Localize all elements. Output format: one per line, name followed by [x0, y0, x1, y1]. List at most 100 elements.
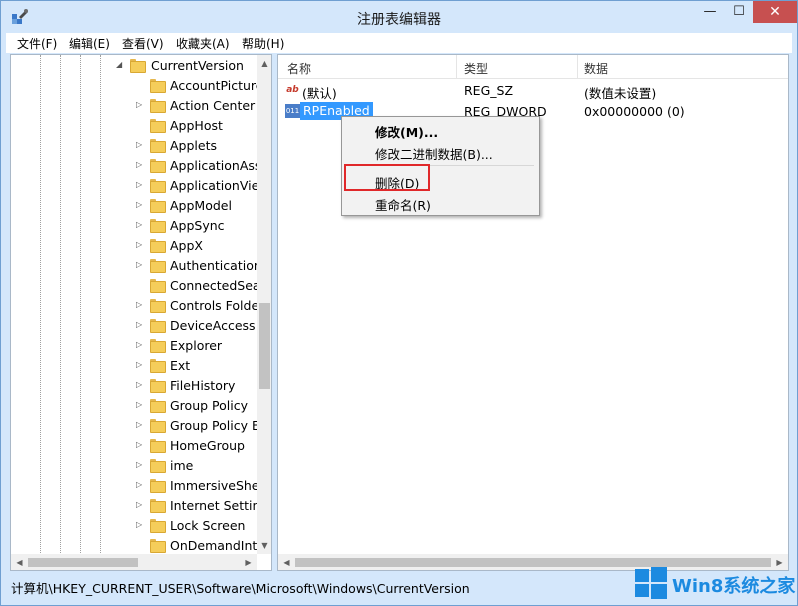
tree-item[interactable]: ▷ FileHistory	[11, 376, 256, 396]
column-type-header[interactable]: 类型	[464, 60, 488, 77]
expand-arrow-icon[interactable]: ▷	[136, 200, 144, 209]
tree-item[interactable]: ▷ AppModel	[11, 196, 256, 216]
context-modify[interactable]: 修改(M)...	[375, 122, 438, 141]
tree-horizontal-scrollbar[interactable]: ◀ ▶	[11, 554, 257, 570]
expand-arrow-icon[interactable]: ▷	[136, 180, 144, 189]
title-bar[interactable]: 注册表编辑器 — ☐ ✕	[1, 1, 797, 33]
tree-item[interactable]: ▷ Group Policy	[11, 396, 256, 416]
tree-item[interactable]: ▷ ApplicationView	[11, 176, 270, 196]
expand-arrow-icon[interactable]: ▷	[136, 500, 144, 509]
value-data: 0x00000000 (0)	[584, 104, 685, 119]
folder-icon	[150, 479, 166, 493]
value-data: (数值未设置)	[584, 86, 657, 101]
window-title: 注册表编辑器	[357, 12, 441, 28]
tree-item-label: Applets	[170, 138, 217, 153]
tree-vertical-scrollbar[interactable]: ▲ ▼	[257, 55, 271, 554]
tree-item-label: AppX	[170, 238, 203, 253]
tree-item[interactable]: ▷ Explorer	[11, 336, 256, 356]
tree-item[interactable]: ▷ Controls Folde	[11, 296, 259, 316]
tree-item-label: OnDemandInte	[170, 538, 265, 553]
tree-item[interactable]: ▷ Group Policy E	[11, 416, 260, 436]
expand-arrow-icon[interactable]: ▷	[136, 360, 144, 369]
tree-item[interactable]: ▷ AppSync	[11, 216, 256, 236]
value-type: REG_SZ	[464, 83, 514, 98]
expand-arrow-icon[interactable]: ▷	[136, 140, 144, 149]
list-header: 名称 类型 数据	[278, 55, 788, 79]
tree-item[interactable]: ▷ Ext	[11, 356, 256, 376]
scroll-right-arrow-icon[interactable]: ▶	[241, 555, 256, 570]
scroll-left-arrow-icon[interactable]: ◀	[12, 555, 27, 570]
folder-icon	[150, 159, 166, 173]
folder-icon	[150, 299, 166, 313]
minimize-button[interactable]: —	[695, 1, 725, 23]
tree-item[interactable]: ▷ Internet Setting	[11, 496, 268, 516]
close-button[interactable]: ✕	[753, 1, 797, 23]
scroll-up-arrow-icon[interactable]: ▲	[257, 56, 271, 71]
column-divider[interactable]	[456, 55, 457, 79]
context-rename[interactable]: 重命名(R)	[375, 195, 431, 214]
expand-arrow-icon[interactable]: ▷	[136, 520, 144, 529]
collapse-arrow-icon[interactable]: ◢	[116, 60, 124, 69]
tree-item[interactable]: ▷ ImmersiveShel	[11, 476, 263, 496]
folder-icon	[150, 399, 166, 413]
tree-item[interactable]: ▷ AppX	[11, 236, 256, 256]
tree-item[interactable]: ▷ HomeGroup	[11, 436, 256, 456]
column-divider[interactable]	[577, 55, 578, 79]
expand-arrow-icon[interactable]: ▷	[136, 440, 144, 449]
menu-favorites[interactable]: 收藏夹(A)	[176, 35, 230, 52]
scroll-left-arrow-icon[interactable]: ◀	[279, 555, 294, 570]
expand-arrow-icon[interactable]: ▷	[136, 420, 144, 429]
expand-arrow-icon[interactable]: ▷	[136, 240, 144, 249]
menu-file[interactable]: 文件(F)	[17, 35, 57, 52]
tree-item[interactable]: ▷ Applets	[11, 136, 256, 156]
expand-arrow-icon[interactable]: ▷	[136, 460, 144, 469]
menu-help[interactable]: 帮助(H)	[242, 35, 284, 52]
expand-arrow-icon[interactable]: ▷	[136, 480, 144, 489]
tree-item[interactable]: OnDemandInte	[11, 536, 265, 556]
tree-item-label: Group Policy	[170, 398, 248, 413]
tree-item-label: AppHost	[170, 118, 223, 133]
watermark-text: Win8系统之家	[672, 576, 796, 597]
scroll-thumb[interactable]	[28, 558, 138, 567]
folder-icon	[150, 459, 166, 473]
column-name-header[interactable]: 名称	[287, 60, 311, 77]
folder-icon	[150, 259, 166, 273]
value-row-default[interactable]: ab (默认) REG_SZ (数值未设置)	[278, 80, 788, 101]
expand-arrow-icon[interactable]: ▷	[136, 340, 144, 349]
menu-edit[interactable]: 编辑(E)	[69, 35, 110, 52]
expand-arrow-icon[interactable]: ▷	[136, 220, 144, 229]
tree-item[interactable]: ▷ Lock Screen	[11, 516, 256, 536]
folder-icon	[150, 79, 166, 93]
tree-item-label: ApplicationView	[170, 178, 270, 193]
tree-item[interactable]: ▷ ime	[11, 456, 256, 476]
expand-arrow-icon[interactable]: ▷	[136, 260, 144, 269]
maximize-button[interactable]: ☐	[725, 1, 753, 23]
tree-item[interactable]: ConnectedSear	[11, 276, 266, 296]
folder-icon	[130, 59, 146, 73]
string-value-icon: ab	[286, 85, 299, 95]
folder-icon	[150, 419, 166, 433]
expand-arrow-icon[interactable]: ▷	[136, 320, 144, 329]
tree-item[interactable]: ▷ DeviceAccess	[11, 316, 256, 336]
expand-arrow-icon[interactable]: ▷	[136, 380, 144, 389]
tree-item[interactable]: AccountPicture	[11, 76, 263, 96]
tree-item[interactable]: AppHost	[11, 116, 256, 136]
tree-item-currentversion[interactable]: ◢ CurrentVersion	[11, 56, 256, 76]
tree-item[interactable]: ▷ ApplicationAss	[11, 156, 261, 176]
column-data-header[interactable]: 数据	[584, 60, 608, 77]
tree-item[interactable]: ▷ Action Center	[11, 96, 256, 116]
tree-item-label: Group Policy E	[170, 418, 260, 433]
expand-arrow-icon[interactable]: ▷	[136, 100, 144, 109]
tree-item[interactable]: ▷ Authentication	[11, 256, 262, 276]
expand-arrow-icon[interactable]: ▷	[136, 300, 144, 309]
scroll-down-arrow-icon[interactable]: ▼	[257, 538, 271, 553]
registry-tree[interactable]: ◢ CurrentVersion AccountPicture ▷ Action C…	[10, 54, 272, 571]
context-modify-binary[interactable]: 修改二进制数据(B)...	[375, 144, 493, 163]
expand-arrow-icon[interactable]: ▷	[136, 160, 144, 169]
scroll-thumb[interactable]	[259, 303, 270, 389]
tree-item-label: Ext	[170, 358, 191, 373]
status-bar: 计算机\HKEY_CURRENT_USER\Software\Microsoft…	[6, 575, 626, 597]
tree-item-label: CurrentVersion	[151, 58, 244, 73]
expand-arrow-icon[interactable]: ▷	[136, 400, 144, 409]
menu-view[interactable]: 查看(V)	[122, 35, 164, 52]
